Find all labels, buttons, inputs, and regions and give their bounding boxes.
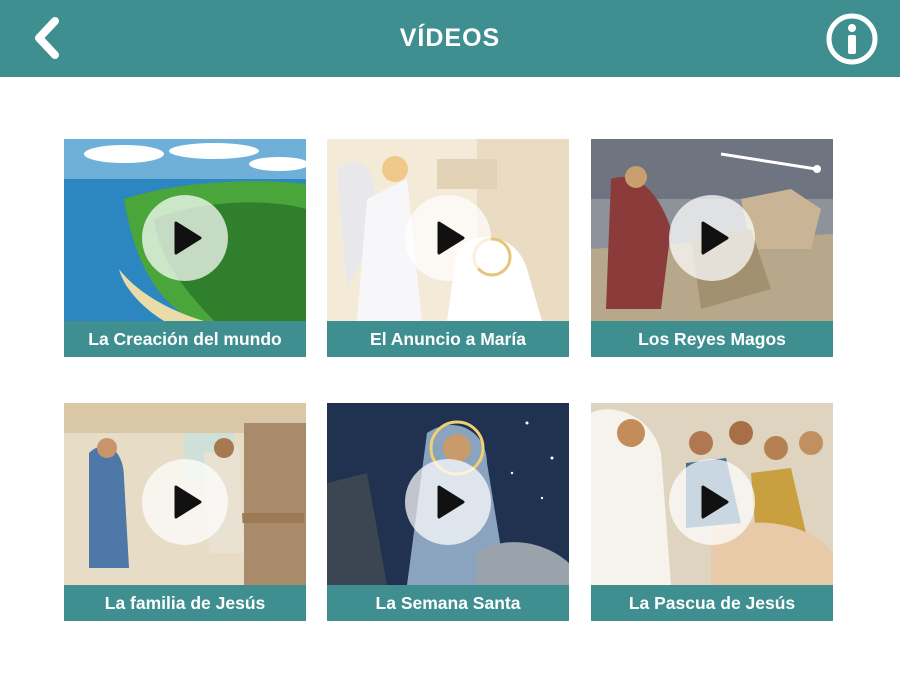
play-icon bbox=[174, 221, 202, 255]
video-title: La Semana Santa bbox=[327, 585, 569, 621]
info-icon bbox=[826, 13, 878, 65]
chevron-left-icon bbox=[35, 17, 59, 59]
play-icon bbox=[437, 485, 465, 519]
play-icon bbox=[174, 485, 202, 519]
video-thumbnail bbox=[327, 139, 569, 321]
video-title: La familia de Jesús bbox=[64, 585, 306, 621]
video-title: El Anuncio a María bbox=[327, 321, 569, 357]
video-card-pascua[interactable]: La Pascua de Jesús bbox=[591, 403, 833, 621]
back-button[interactable] bbox=[22, 12, 70, 64]
video-card-creacion[interactable]: La Creación del mundo bbox=[64, 139, 306, 357]
video-card-semana-santa[interactable]: La Semana Santa bbox=[327, 403, 569, 621]
video-title: Los Reyes Magos bbox=[591, 321, 833, 357]
video-thumbnail bbox=[64, 139, 306, 321]
video-card-familia[interactable]: La familia de Jesús bbox=[64, 403, 306, 621]
video-thumbnail bbox=[591, 139, 833, 321]
play-button[interactable] bbox=[142, 459, 228, 545]
top-bar: VÍDEOS bbox=[0, 0, 900, 77]
video-card-reyes[interactable]: Los Reyes Magos bbox=[591, 139, 833, 357]
video-title: La Creación del mundo bbox=[64, 321, 306, 357]
video-card-anuncio[interactable]: El Anuncio a María bbox=[327, 139, 569, 357]
video-thumbnail bbox=[591, 403, 833, 585]
play-button[interactable] bbox=[669, 195, 755, 281]
play-button[interactable] bbox=[669, 459, 755, 545]
video-thumbnail bbox=[327, 403, 569, 585]
play-button[interactable] bbox=[142, 195, 228, 281]
play-button[interactable] bbox=[405, 195, 491, 281]
play-icon bbox=[701, 485, 729, 519]
video-thumbnail bbox=[64, 403, 306, 585]
video-title: La Pascua de Jesús bbox=[591, 585, 833, 621]
play-icon bbox=[701, 221, 729, 255]
play-icon bbox=[437, 221, 465, 255]
info-button[interactable] bbox=[826, 13, 878, 65]
page-title: VÍDEOS bbox=[399, 24, 501, 52]
play-button[interactable] bbox=[405, 459, 491, 545]
